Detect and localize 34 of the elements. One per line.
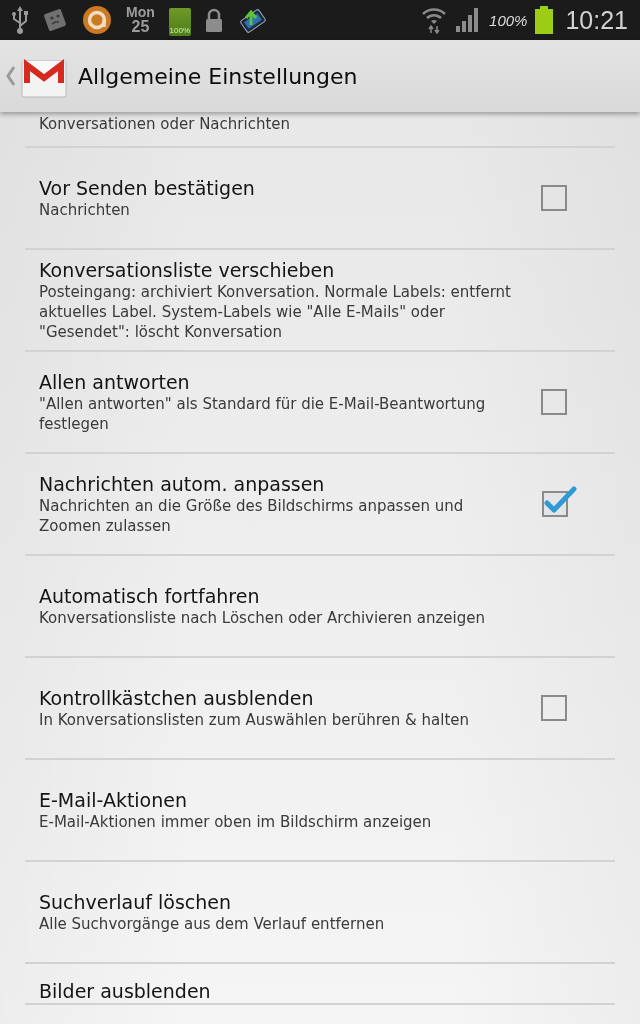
- checkbox[interactable]: [542, 484, 578, 517]
- status-time: 10:21: [565, 5, 628, 35]
- setting-summary: Nachrichten an die Größe des Bildschirms anpassen und Zoomen zulassen: [39, 495, 465, 536]
- setting-title: Konversationsliste verschieben: [39, 258, 336, 282]
- setting-title: Kontrollkästchen ausblenden: [39, 686, 315, 710]
- setting-summary: Konversationsliste nach Löschen oder Archivieren anzeigen: [39, 607, 486, 628]
- usb-icon: [12, 6, 28, 34]
- setting-summary: Alle Suchvorgänge aus dem Verlauf entfernen: [39, 913, 386, 934]
- checkbox[interactable]: [541, 185, 567, 211]
- setting-summary: Nachrichten: [39, 199, 131, 220]
- wifi-icon: [421, 6, 448, 34]
- setting-title: Automatisch fortfahren: [39, 584, 261, 608]
- setting-summary: Posteingang: archiviert Konversation. Normale Labels: entfernt aktuelles Label. System-Labels wie "Alle E-Mails" oder "Gesendet": löscht Konversation: [39, 281, 512, 342]
- lock-icon: [204, 7, 223, 33]
- setting-title: Allen antworten: [39, 370, 191, 394]
- setting-summary: In Konversationslisten zum Auswählen berühren & halten: [39, 709, 471, 730]
- battery-widget: 100%: [168, 7, 191, 36]
- setting-title: Nachrichten autom. anpassen: [39, 472, 326, 496]
- battery-percent: 100%: [489, 11, 528, 29]
- setting-title: Suchverlauf löschen: [39, 890, 233, 914]
- setting-summary: Konversationen oder Nachrichten: [39, 114, 292, 134]
- status-date: 25: [131, 19, 150, 35]
- back-icon[interactable]: [6, 66, 16, 86]
- setting-title: E-Mail-Aktionen: [39, 788, 189, 812]
- checkbox[interactable]: [541, 695, 567, 721]
- screen-title: Allgemeine Einstellungen: [78, 63, 358, 89]
- setting-summary: E-Mail-Aktionen immer oben im Bildschirm anzeigen: [39, 811, 433, 832]
- status-day: Mon: [126, 5, 155, 19]
- battery-icon: [535, 6, 554, 34]
- setting-title: Bilder ausblenden: [39, 980, 212, 1003]
- ring-icon: [82, 5, 112, 35]
- setting-summary: "Allen antworten" als Standard für die E-Mail-Beantwortung festlegen: [39, 393, 487, 434]
- setting-title: Vor Senden bestätigen: [39, 176, 256, 200]
- checkbox[interactable]: [541, 389, 567, 415]
